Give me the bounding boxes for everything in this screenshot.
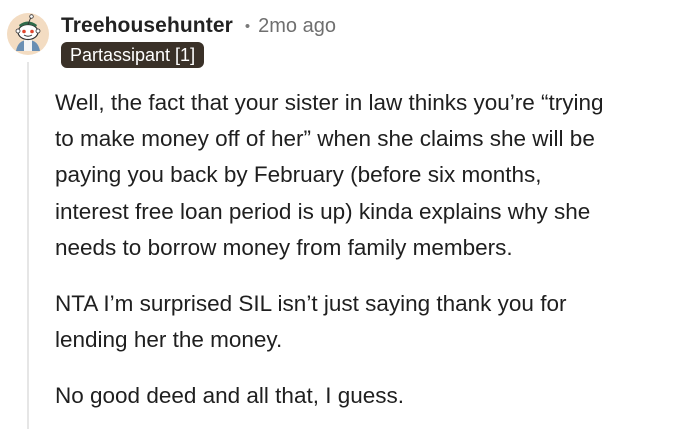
body-line: No good deed and all that, I guess. (55, 383, 405, 409)
body-line: needs to borrow money from family member… (55, 234, 513, 260)
body-line: lending her the money. (55, 327, 283, 353)
comment-body: Well, the fact that your sister in law t… (55, 85, 685, 415)
body-line: paying you back by February (before six … (55, 162, 542, 188)
comment-header: Treehousehunter • 2mo ago (61, 10, 336, 42)
comment-paragraph: NTA I’m surprised SIL isn’t just saying … (55, 286, 685, 358)
body-line: interest free loan period is up) kinda e… (55, 198, 591, 224)
comment-paragraph: Well, the fact that your sister in law t… (55, 85, 685, 266)
comment: Treehousehunter • 2mo ago Partassipant [… (0, 0, 700, 429)
body-line: NTA I’m surprised SIL isn’t just saying … (55, 291, 567, 317)
username[interactable]: Treehousehunter (61, 14, 233, 38)
body-line: to make money off of her” when she claim… (55, 126, 595, 152)
user-avatar[interactable] (7, 13, 49, 55)
snoo-avatar-icon (7, 13, 49, 55)
comment-paragraph: No good deed and all that, I guess. (55, 378, 685, 414)
timestamp: 2mo ago (258, 14, 336, 37)
separator-dot: • (244, 17, 251, 35)
thread-line[interactable] (27, 62, 29, 429)
user-flair: Partassipant [1] (61, 42, 205, 68)
body-line: Well, the fact that your sister in law t… (55, 90, 604, 115)
